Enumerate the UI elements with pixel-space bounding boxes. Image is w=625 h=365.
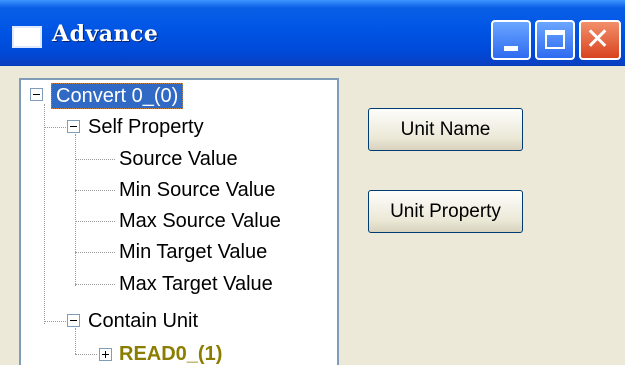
tree-node-read0[interactable]: READ0_(1) [119,342,222,365]
tree-line [44,104,45,324]
app-window-icon [12,26,42,48]
tree-line [75,134,76,286]
tree-node-source-value[interactable]: Source Value [119,147,238,171]
tree-line [75,221,115,222]
unit-name-button[interactable]: Unit Name [368,108,523,151]
tree-line [75,190,115,191]
maximize-button[interactable] [535,20,575,60]
window-title: Advance [52,21,159,47]
tree-line [75,252,115,253]
minimize-icon [504,46,518,51]
tree-node-contain-unit[interactable]: Contain Unit [88,309,198,333]
tree-node-min-target-value[interactable]: Min Target Value [119,240,267,264]
tree-node-max-source-value[interactable]: Max Source Value [119,209,281,233]
tree-node-self-property[interactable]: Self Property [88,115,204,139]
close-icon: ✕ [585,22,611,57]
tree-node-root[interactable]: Convert 0_(0) [51,83,184,109]
tree-line [44,321,66,322]
collapse-contain-unit-icon[interactable] [67,314,80,327]
tree-line [44,127,66,128]
close-button[interactable]: ✕ [579,20,621,60]
title-bar[interactable]: Advance ✕ [0,0,625,66]
unit-tree-view[interactable]: Convert 0_(0) Self Property Source Value… [19,78,339,365]
tree-node-min-source-value[interactable]: Min Source Value [119,178,275,202]
tree-node-max-target-value[interactable]: Max Target Value [119,272,273,296]
tree-line [75,284,115,285]
collapse-root-icon[interactable] [30,88,43,101]
advance-window: Advance ✕ Convert 0_(0) Self Property So… [0,0,625,365]
tree-line [75,159,115,160]
tree-line [75,354,97,355]
maximize-icon [545,30,565,49]
unit-property-button[interactable]: Unit Property [368,190,523,233]
minimize-button[interactable] [491,20,531,60]
collapse-self-property-icon[interactable] [67,120,80,133]
tree-line [75,328,76,354]
expand-read0-icon[interactable] [99,348,112,361]
